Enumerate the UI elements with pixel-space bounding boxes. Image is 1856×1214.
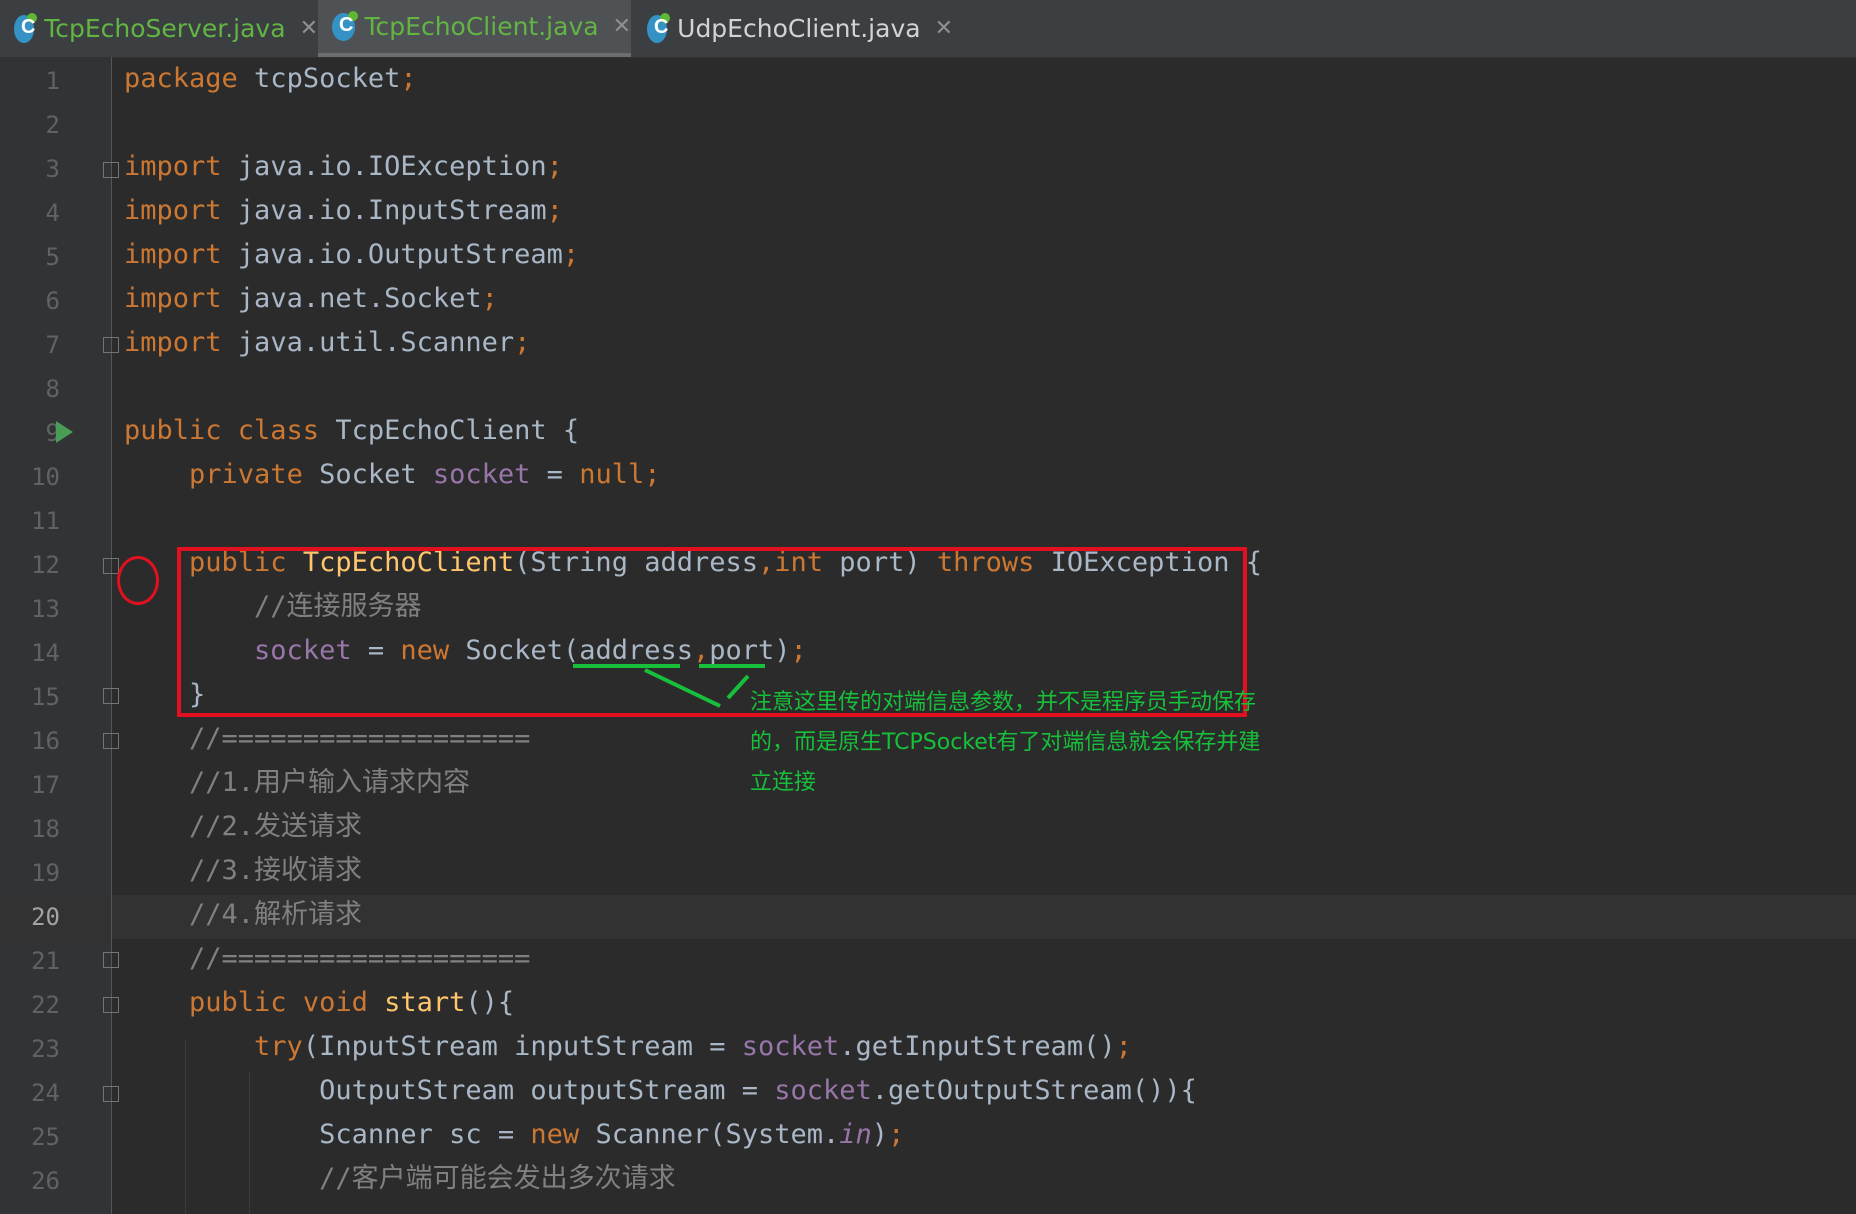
pointer-stroke [726,674,750,700]
pointer-stroke [644,668,721,708]
annotation-strokes [573,664,765,708]
annotation-note: 注意这里传的对端信息参数，并不是程序员手动保存的，而是原生TCPSocket有了… [750,690,1261,795]
